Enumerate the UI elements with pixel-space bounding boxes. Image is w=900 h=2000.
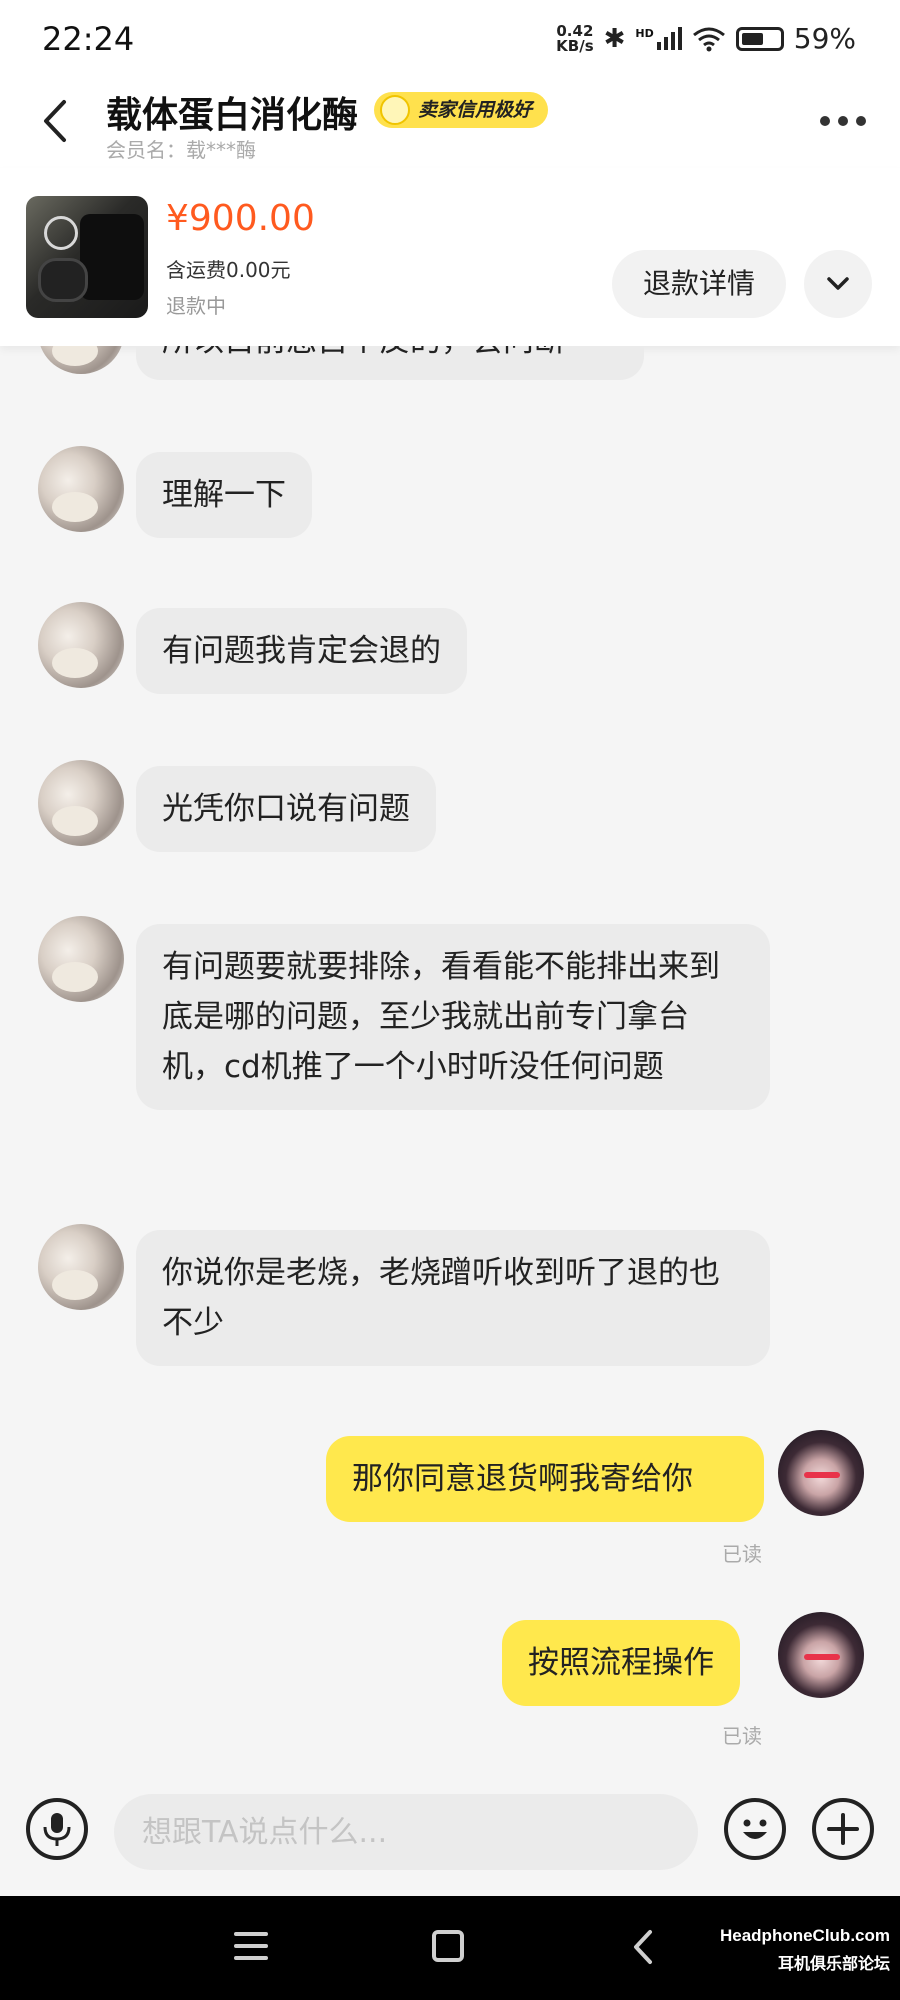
- net-speed: 0.42 KB/s: [556, 21, 594, 55]
- system-nav-bar: HeadphoneClub.com 耳机俱乐部论坛: [0, 1896, 900, 2000]
- refund-detail-button[interactable]: 退款详情: [612, 250, 786, 318]
- status-time: 22:24: [42, 20, 135, 58]
- chat-header: 载体蛋白消化酶 卖家信用极好 会员名：载***酶: [0, 78, 900, 168]
- smiley-badge-icon: [380, 95, 410, 125]
- seller-credit-badge[interactable]: 卖家信用极好: [374, 92, 549, 128]
- nav-back-icon[interactable]: [628, 1928, 658, 1966]
- read-receipt: 已读: [722, 1542, 762, 1566]
- seller-avatar[interactable]: [38, 760, 124, 846]
- signal-icon: HD: [635, 27, 682, 50]
- microphone-icon: [43, 1813, 71, 1846]
- add-attachment-button[interactable]: [812, 1798, 874, 1860]
- product-price: ¥900.00: [166, 198, 315, 239]
- watermark: HeadphoneClub.com 耳机俱乐部论坛: [720, 1926, 890, 1974]
- back-arrow-icon[interactable]: [36, 96, 76, 146]
- refund-status: 退款中: [166, 294, 226, 318]
- hd-label: HD: [635, 27, 654, 40]
- battery-percent: 59%: [793, 22, 856, 55]
- product-card[interactable]: ¥900.00 含运费0.00元 退款中 退款详情: [0, 168, 900, 346]
- message-bubble: 光凭你口说有问题: [136, 766, 436, 852]
- wifi-icon: [692, 27, 725, 51]
- seller-avatar[interactable]: [38, 446, 124, 532]
- recent-apps-icon[interactable]: [234, 1932, 268, 1968]
- message-bubble: 理解一下: [136, 452, 312, 538]
- more-options-icon[interactable]: [820, 116, 866, 126]
- seller-avatar[interactable]: [38, 602, 124, 688]
- bluetooth-icon: ✱: [603, 23, 626, 54]
- emoji-button[interactable]: [724, 1798, 786, 1860]
- read-receipt: 已读: [722, 1724, 762, 1748]
- input-bar: [0, 1776, 900, 1896]
- message-bubble-own: 那你同意退货啊我寄给你: [326, 1436, 764, 1522]
- smiley-icon: [743, 1819, 767, 1839]
- battery-fill: [741, 32, 763, 45]
- battery-icon: [735, 26, 784, 51]
- voice-button[interactable]: [26, 1798, 88, 1860]
- message-bubble: 有问题我肯定会退的: [136, 608, 467, 694]
- shipping-fee: 含运费0.00元: [166, 258, 291, 282]
- home-icon[interactable]: [432, 1930, 464, 1962]
- status-bar: 22:24 0.42 KB/s ✱ HD 59%: [0, 0, 900, 78]
- status-icons: 0.42 KB/s ✱ HD 59%: [556, 22, 856, 55]
- own-avatar[interactable]: [778, 1612, 864, 1698]
- message-bubble: 所以目前您自个反的，会问断: [136, 346, 644, 380]
- message-input[interactable]: [114, 1794, 698, 1870]
- message-bubble: 有问题要就要排除，看看能不能排出来到底是哪的问题，至少我就出前专门拿台机，cd机…: [136, 924, 770, 1110]
- seller-avatar[interactable]: [38, 916, 124, 1002]
- plus-icon: [827, 1813, 859, 1845]
- message-bubble: 你说你是老烧，老烧蹭听收到听了退的也不少: [136, 1230, 770, 1366]
- watermark-forum: 耳机俱乐部论坛: [777, 1954, 890, 1973]
- chevron-down-icon: [827, 277, 849, 290]
- seller-avatar[interactable]: [38, 1224, 124, 1310]
- watermark-site: HeadphoneClub.com: [719, 1926, 890, 1945]
- member-name: 会员名：载***酶: [106, 138, 256, 162]
- message-bubble-own: 按照流程操作: [502, 1620, 740, 1706]
- product-thumbnail[interactable]: [26, 196, 148, 318]
- own-avatar[interactable]: [778, 1430, 864, 1516]
- badge-label: 卖家信用极好: [418, 99, 533, 121]
- chat-title[interactable]: 载体蛋白消化酶: [106, 86, 358, 138]
- expand-button[interactable]: [804, 250, 872, 318]
